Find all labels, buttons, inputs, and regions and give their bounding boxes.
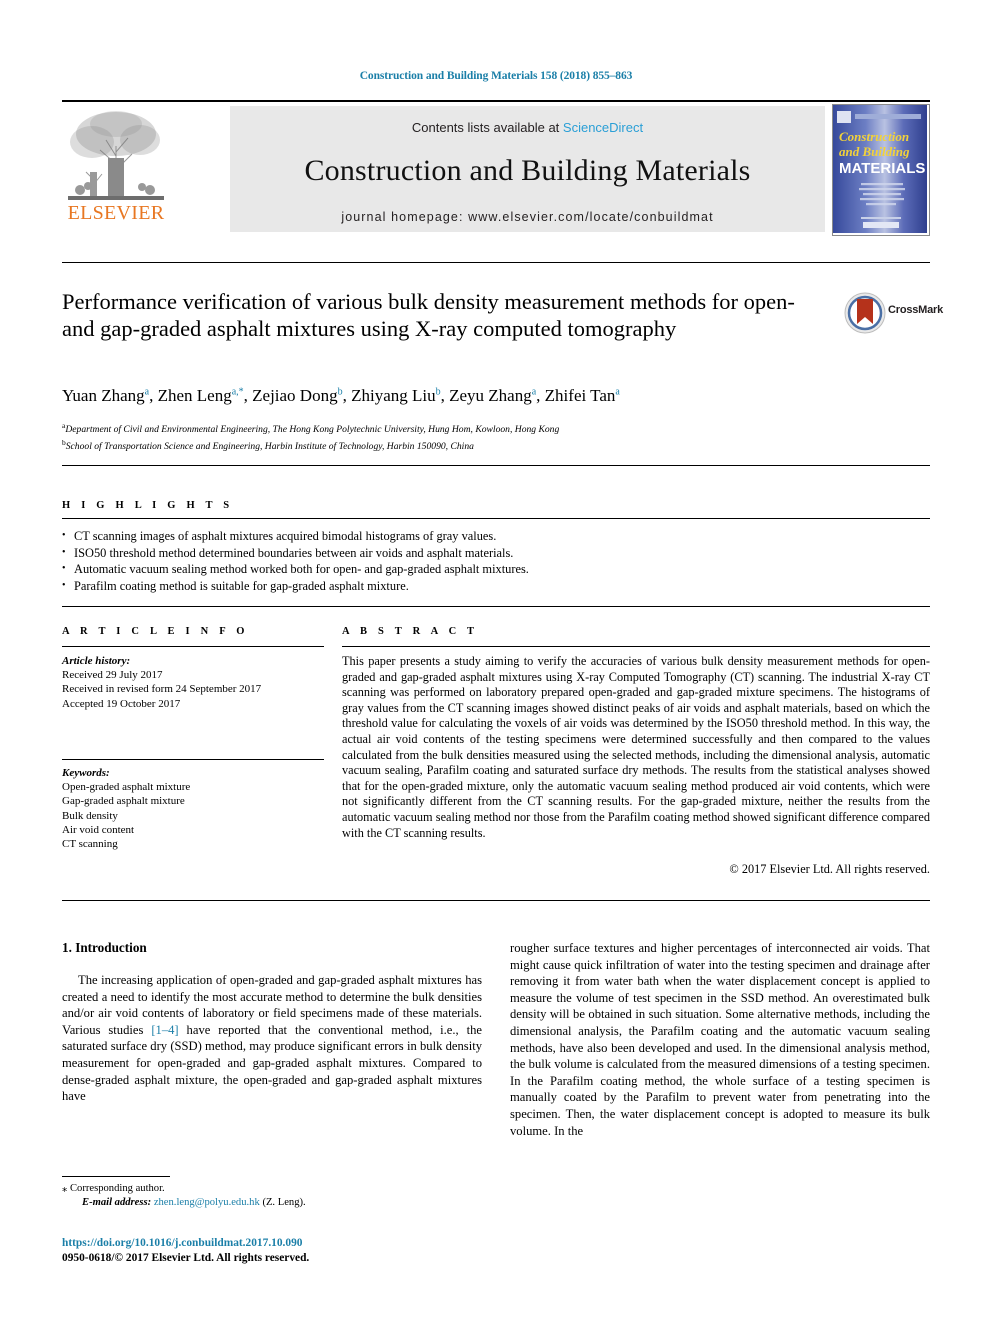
section-title-introduction: 1. Introduction <box>62 940 147 955</box>
page-title: Performance verification of various bulk… <box>62 289 795 341</box>
svg-text:MATERIALS: MATERIALS <box>839 160 925 177</box>
issn-copyright-line: 0950-0618/© 2017 Elsevier Ltd. All right… <box>62 1251 310 1264</box>
footnote-block: ⁎ Corresponding author. E-mail address: … <box>62 1182 482 1210</box>
highlights-list: CT scanning images of asphalt mixtures a… <box>62 528 930 594</box>
article-history-revised: Received in revised form 24 September 20… <box>62 683 262 696</box>
crossmark-label: CrossMark <box>888 304 944 316</box>
intro-paragraph-right: rougher surface textures and higher perc… <box>510 941 930 1138</box>
keyword-item: Gap-graded asphalt mixture <box>62 795 185 808</box>
paper-page: Construction and Building Materials 158 … <box>0 0 992 1323</box>
author-5: Zhifei Tana <box>544 386 620 405</box>
corresponding-marker: ⁎ <box>62 1183 68 1194</box>
author-1-marks: a,* <box>231 386 244 398</box>
contents-line: Contents lists available at ScienceDirec… <box>230 106 825 135</box>
body-divider <box>62 900 930 901</box>
elsevier-wordmark: ELSEVIER <box>67 202 165 224</box>
highlights-heading: H I G H L I G H T S <box>62 500 234 511</box>
crossmark-badge[interactable]: CrossMark <box>844 292 948 334</box>
journal-cover-thumbnail: Construction and Building MATERIALS <box>832 104 930 236</box>
article-history-block: Article history: Received 29 July 2017 R… <box>62 654 324 711</box>
list-item: Parafilm coating method is suitable for … <box>62 578 930 595</box>
doi-link[interactable]: https://doi.org/10.1016/j.conbuildmat.20… <box>62 1236 482 1251</box>
crossmark-icon <box>844 292 886 334</box>
running-head: Construction and Building Materials 158 … <box>359 70 633 82</box>
author-2: Zejiao Dongb <box>252 386 343 405</box>
corresponding-label: Corresponding author. <box>69 1183 165 1194</box>
email-label: E-mail address: <box>82 1197 152 1208</box>
abstract-heading: A B S T R A C T <box>342 626 479 637</box>
abstract-copyright: © 2017 Elsevier Ltd. All rights reserved… <box>729 862 930 876</box>
corresponding-author-line: ⁎ Corresponding author. <box>62 1182 482 1196</box>
journal-cover-art: Construction and Building MATERIALS <box>833 105 927 233</box>
keyword-item: Open-graded asphalt mixture <box>62 781 191 794</box>
body-column-right: rougher surface textures and higher perc… <box>510 940 930 1139</box>
highlights-divider-mid <box>62 518 930 519</box>
title-divider <box>62 262 930 263</box>
journal-homepage-line[interactable]: journal homepage: www.elsevier.com/locat… <box>230 210 825 224</box>
doi-block: https://doi.org/10.1016/j.conbuildmat.20… <box>62 1236 482 1265</box>
affiliation-a: aDepartment of Civil and Environmental E… <box>62 421 560 436</box>
email-line: E-mail address: zhen.leng@polyu.edu.hk (… <box>62 1196 482 1210</box>
email-link[interactable]: zhen.leng@polyu.edu.hk <box>154 1197 260 1208</box>
list-item: Automatic vacuum sealing method worked b… <box>62 561 930 578</box>
list-item: ISO50 threshold method determined bounda… <box>62 545 930 562</box>
keyword-item: CT scanning <box>62 838 118 851</box>
journal-title: Construction and Building Materials <box>304 154 751 187</box>
footnote-divider <box>62 1176 170 1177</box>
author-4: Zeyu Zhanga <box>449 386 537 405</box>
article-history-received: Received 29 July 2017 <box>62 669 163 682</box>
keywords-divider <box>62 759 324 760</box>
sciencedirect-link[interactable]: ScienceDirect <box>563 120 643 135</box>
citation-link[interactable]: [1–4] <box>151 1023 178 1037</box>
keywords-label: Keywords: <box>62 767 110 779</box>
article-info-heading: A R T I C L E I N F O <box>62 626 249 637</box>
author-0: Yuan Zhanga <box>62 386 150 405</box>
author-1: Zhen Lenga,* <box>157 386 244 405</box>
article-history-label: Article history: <box>62 655 131 667</box>
journal-band: Contents lists available at ScienceDirec… <box>230 106 825 232</box>
highlights-divider-bottom <box>62 606 930 607</box>
author-5-marks: a <box>615 386 620 398</box>
highlights-divider-top <box>62 465 930 466</box>
author-2-marks: b <box>337 386 343 398</box>
elsevier-logo: ELSEVIER <box>62 106 170 232</box>
author-3-marks: b <box>435 386 441 398</box>
author-0-marks: a <box>144 386 150 398</box>
journal-masthead: ELSEVIER Contents lists available at Sci… <box>62 100 930 236</box>
elsevier-tree-icon <box>68 111 164 200</box>
abstract-text: This paper presents a study aiming to ve… <box>342 654 930 840</box>
list-item: CT scanning images of asphalt mixtures a… <box>62 528 930 545</box>
keyword-item: Air void content <box>62 823 135 836</box>
keyword-item: Bulk density <box>62 809 118 822</box>
author-3: Zhiyang Liub <box>351 386 441 405</box>
article-history-accepted: Accepted 19 October 2017 <box>62 697 181 710</box>
body-column-left: 1. Introduction The increasing applicati… <box>62 940 482 1105</box>
contents-prefix: Contents lists available at <box>411 120 563 135</box>
article-info-divider <box>62 646 324 647</box>
svg-text:and Building: and Building <box>839 144 910 159</box>
affiliation-list: aDepartment of Civil and Environmental E… <box>62 420 930 453</box>
email-owner: (Z. Leng). <box>262 1197 306 1208</box>
affiliation-b: bSchool of Transportation Science and En… <box>62 437 474 452</box>
author-4-marks: a <box>531 386 537 398</box>
svg-text:Construction: Construction <box>839 129 909 144</box>
intro-paragraph-left: The increasing application of open-grade… <box>62 972 482 1105</box>
keywords-block: Keywords: Open-graded asphalt mixture Ga… <box>62 766 324 851</box>
author-list: Yuan Zhanga, Zhen Lenga,*, Zejiao Dongb,… <box>62 386 620 405</box>
abstract-divider <box>342 646 930 647</box>
